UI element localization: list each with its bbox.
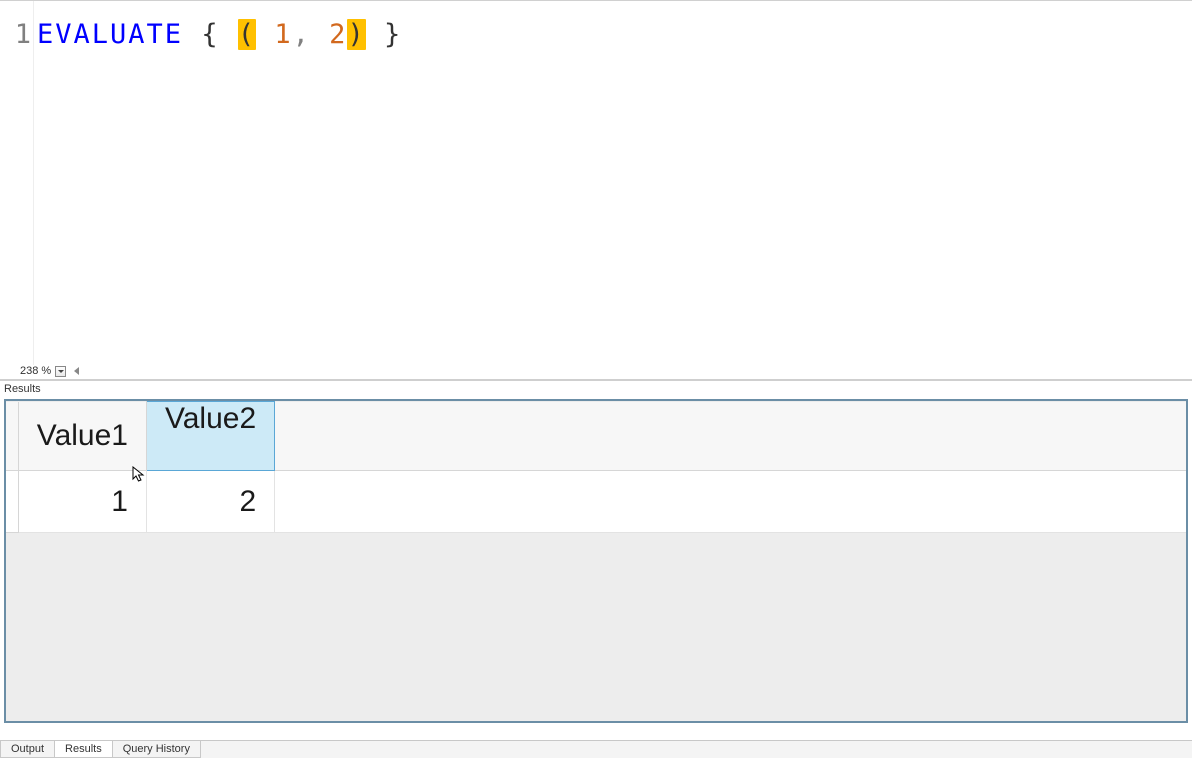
code-line-1[interactable]: 1 EVALUATE { ( 1 , 2 ) }	[0, 17, 402, 51]
token-space	[366, 19, 384, 50]
token-open-brace: {	[201, 19, 219, 50]
zoom-dropdown[interactable]	[55, 366, 66, 377]
tab-output[interactable]: Output	[0, 741, 55, 758]
bottom-tab-bar: Output Results Query History	[0, 740, 1192, 758]
token-close-brace: }	[384, 19, 402, 50]
column-header-value2-label: Value2	[165, 402, 256, 435]
row-header-corner[interactable]	[6, 402, 18, 471]
token-keyword: EVALUATE	[37, 19, 183, 50]
token-space	[311, 19, 329, 50]
header-filler	[275, 402, 1186, 471]
tab-query-history[interactable]: Query History	[112, 741, 201, 758]
results-panel-title: Results	[0, 381, 1192, 397]
gutter-divider	[33, 1, 34, 365]
results-grid-scroll[interactable]: Value1 Value2 1 2	[6, 401, 1186, 721]
column-header-value1[interactable]: Value1	[18, 402, 146, 471]
cell-r0-c0[interactable]: 1	[18, 471, 146, 533]
token-open-paren: (	[238, 19, 256, 50]
results-grid-container: Value1 Value2 1 2	[4, 399, 1188, 723]
header-row: Value1 Value2	[6, 402, 1186, 471]
token-space	[220, 19, 238, 50]
code-editor-pane[interactable]: 1 EVALUATE { ( 1 , 2 ) } 238 %	[0, 0, 1192, 381]
table-row[interactable]: 1 2	[6, 471, 1186, 533]
zoom-bar: 238 %	[20, 365, 79, 377]
scroll-left-icon[interactable]	[74, 367, 79, 375]
token-close-paren: )	[347, 19, 365, 50]
token-number-2: 2	[329, 19, 347, 50]
zoom-level: 238 %	[20, 365, 51, 377]
column-header-value2[interactable]: Value2	[146, 402, 274, 471]
row-header[interactable]	[6, 471, 18, 533]
results-table: Value1 Value2 1 2	[6, 401, 1186, 533]
token-comma: ,	[293, 19, 311, 50]
row-filler	[275, 471, 1186, 533]
tab-results[interactable]: Results	[54, 741, 113, 758]
token-space	[256, 19, 274, 50]
line-number: 1	[0, 19, 37, 50]
token-number-1: 1	[274, 19, 292, 50]
cell-r0-c1[interactable]: 2	[146, 471, 274, 533]
token-space	[183, 19, 201, 50]
